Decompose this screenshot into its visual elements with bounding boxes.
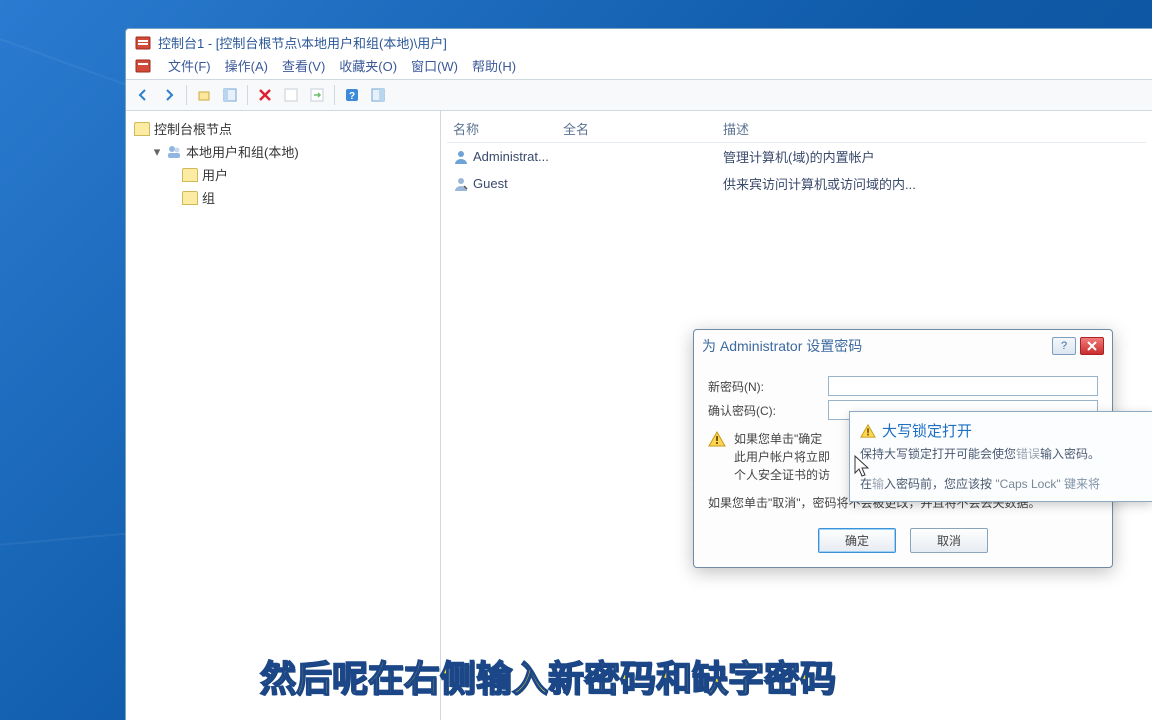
tooltip-line1a: 保持大写锁定打开可能会使您 [860,447,1016,461]
tooltip-line2b: 输 [872,477,884,491]
tooltip-line1b: 错误 [1016,447,1040,461]
toolbar: ? [126,80,1152,111]
menubar: 文件(F) 操作(A) 查看(V) 收藏夹(O) 窗口(W) 帮助(H) [126,54,1152,80]
dialog-close-button[interactable] [1080,337,1104,355]
ok-button[interactable]: 确定 [818,528,896,553]
tree-root[interactable]: 控制台根节点 [130,117,436,140]
up-level-button[interactable] [193,84,215,106]
tooltip-header: 大写锁定打开 [860,420,1142,441]
panel-button[interactable] [367,84,389,106]
tooltip-key: "Caps Lock" [995,477,1060,491]
video-subtitle: 然后呢在右侧输入新密码和缺字密码 [260,650,836,702]
back-button[interactable] [132,84,154,106]
row-name: Administrat... [473,149,549,164]
tree-users-label: 用户 [202,165,228,184]
warning-line-2: 此用户帐户将立即 [734,448,830,466]
pane-button[interactable] [219,84,241,106]
tooltip-line2d: 键来将 [1064,477,1100,491]
row-desc: 供来宾访问计算机或访问域的内... [723,174,1140,193]
dialog-buttons: 确定 取消 [708,528,1098,553]
tooltip-line2c: 入密码前，您应该按 [884,477,992,491]
menu-window[interactable]: 窗口(W) [411,56,458,75]
tree-groups-label: 组 [202,188,215,207]
tooltip-body: 保持大写锁定打开可能会使您错误输入密码。 在输入密码前，您应该按 "Caps L… [860,445,1142,493]
capslock-tooltip: 大写锁定打开 保持大写锁定打开可能会使您错误输入密码。 在输入密码前，您应该按 … [849,411,1152,502]
tooltip-line2a: 在 [860,477,872,491]
confirm-password-label: 确认密码(C): [708,402,828,419]
menu-favorites[interactable]: 收藏夹(O) [339,56,397,75]
warning-icon [860,423,876,439]
new-password-label: 新密码(N): [708,378,828,395]
cancel-button[interactable]: 取消 [910,528,988,553]
tooltip-line1c: 输入密码。 [1040,447,1100,461]
tree-group-label: 本地用户和组(本地) [186,142,299,161]
dialog-titlebar: 为 Administrator 设置密码 ? [694,330,1112,362]
export-button[interactable] [306,84,328,106]
forward-button[interactable] [158,84,180,106]
folder-icon [182,168,198,182]
help-button[interactable]: ? [341,84,363,106]
warning-icon [708,430,726,448]
list-row-admin[interactable]: Administrat... 管理计算机(域)的内置帐户 [447,143,1146,170]
tooltip-title: 大写锁定打开 [882,420,972,441]
menu-help[interactable]: 帮助(H) [472,56,516,75]
tree-group[interactable]: ▾ 本地用户和组(本地) [148,140,436,163]
folder-icon [182,191,198,205]
new-password-input[interactable] [828,376,1098,396]
dialog-title: 为 Administrator 设置密码 [702,336,862,356]
col-name[interactable]: 名称 [453,119,563,138]
localusers-icon [166,144,182,160]
titlebar: 控制台1 - [控制台根节点\本地用户和组(本地)\用户] [126,29,1152,54]
menu-action[interactable]: 操作(A) [225,56,268,75]
delete-button[interactable] [254,84,276,106]
tree-root-label: 控制台根节点 [154,119,232,138]
new-item-button[interactable] [280,84,302,106]
col-fullname[interactable]: 全名 [563,119,723,138]
window-title: 控制台1 - [控制台根节点\本地用户和组(本地)\用户] [158,33,447,52]
warning-line-3: 个人安全证书的访 [734,466,830,484]
col-desc[interactable]: 描述 [723,119,1140,138]
user-icon [453,176,469,192]
dialog-help-button[interactable]: ? [1052,337,1076,355]
expand-icon[interactable]: ▾ [152,144,162,160]
list-row-guest[interactable]: Guest 供来宾访问计算机或访问域的内... [447,170,1146,197]
tree-groups[interactable]: 组 [178,186,436,209]
warning-line-1: 如果您单击"确定 [734,430,830,448]
list-header: 名称 全名 描述 [447,115,1146,143]
svg-text:?: ? [349,91,355,102]
menu-view[interactable]: 查看(V) [282,56,325,75]
app-icon [134,34,152,52]
menu-file[interactable]: 文件(F) [168,56,211,75]
folder-icon [134,122,150,136]
tree-pane: 控制台根节点 ▾ 本地用户和组(本地) 用户 组 [126,111,441,720]
tree-users[interactable]: 用户 [178,163,436,186]
row-desc: 管理计算机(域)的内置帐户 [723,147,1140,166]
user-icon [453,149,469,165]
app-icon-small [134,57,152,75]
row-name: Guest [473,176,508,191]
